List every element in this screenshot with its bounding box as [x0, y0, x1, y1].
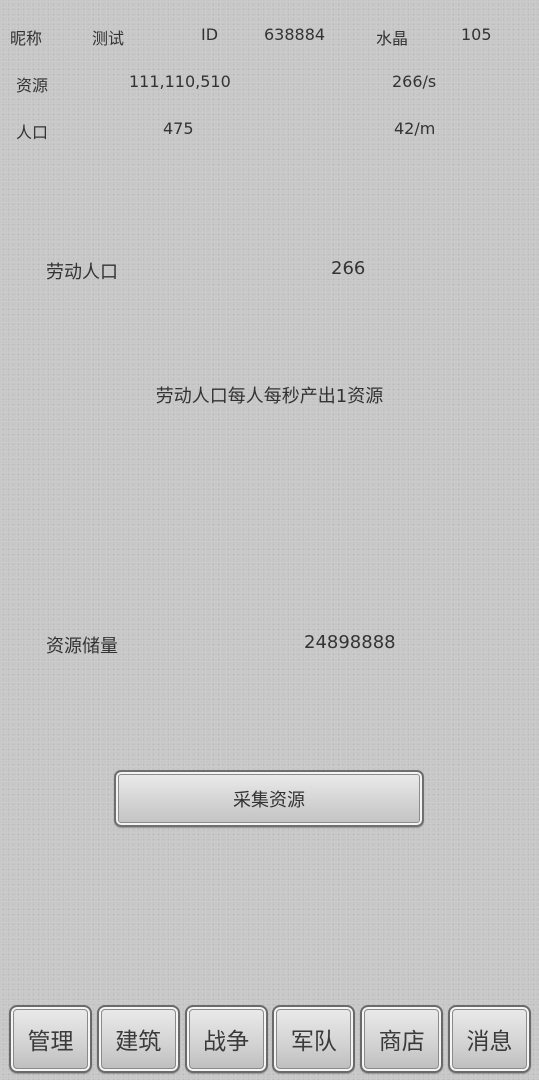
nav-messages-button[interactable]: 消息: [447, 1005, 531, 1073]
nickname-value: 测试: [92, 29, 125, 48]
population-label: 人口: [16, 123, 49, 142]
crystal-value: 105: [461, 25, 492, 44]
id-value: 638884: [264, 25, 326, 44]
resources-label: 资源: [16, 76, 49, 95]
id-label: ID: [201, 25, 219, 44]
nav-shop-button[interactable]: 商店: [360, 1005, 444, 1073]
nav-building-button[interactable]: 建筑: [96, 1005, 180, 1073]
labor-value: 266: [331, 258, 366, 279]
resources-value: 111,110,510: [129, 72, 231, 91]
nickname-label: 昵称: [10, 29, 43, 48]
storage-label: 资源储量: [46, 636, 118, 657]
population-value: 475: [163, 119, 194, 138]
crystal-label: 水晶: [376, 29, 409, 48]
labor-label: 劳动人口: [46, 262, 118, 283]
nav-army-button[interactable]: 军队: [272, 1005, 356, 1073]
nav-war-button[interactable]: 战争: [184, 1005, 268, 1073]
nav-manage-button[interactable]: 管理: [9, 1005, 92, 1073]
population-rate: 42/m: [394, 119, 436, 138]
resources-rate: 266/s: [392, 72, 437, 91]
bottom-nav: 管理 建筑 战争 军队 商店 消息: [9, 1005, 531, 1073]
storage-value: 24898888: [304, 632, 396, 653]
labor-description: 劳动人口每人每秒产出1资源: [155, 386, 384, 407]
collect-resources-button[interactable]: 采集资源: [114, 770, 424, 827]
